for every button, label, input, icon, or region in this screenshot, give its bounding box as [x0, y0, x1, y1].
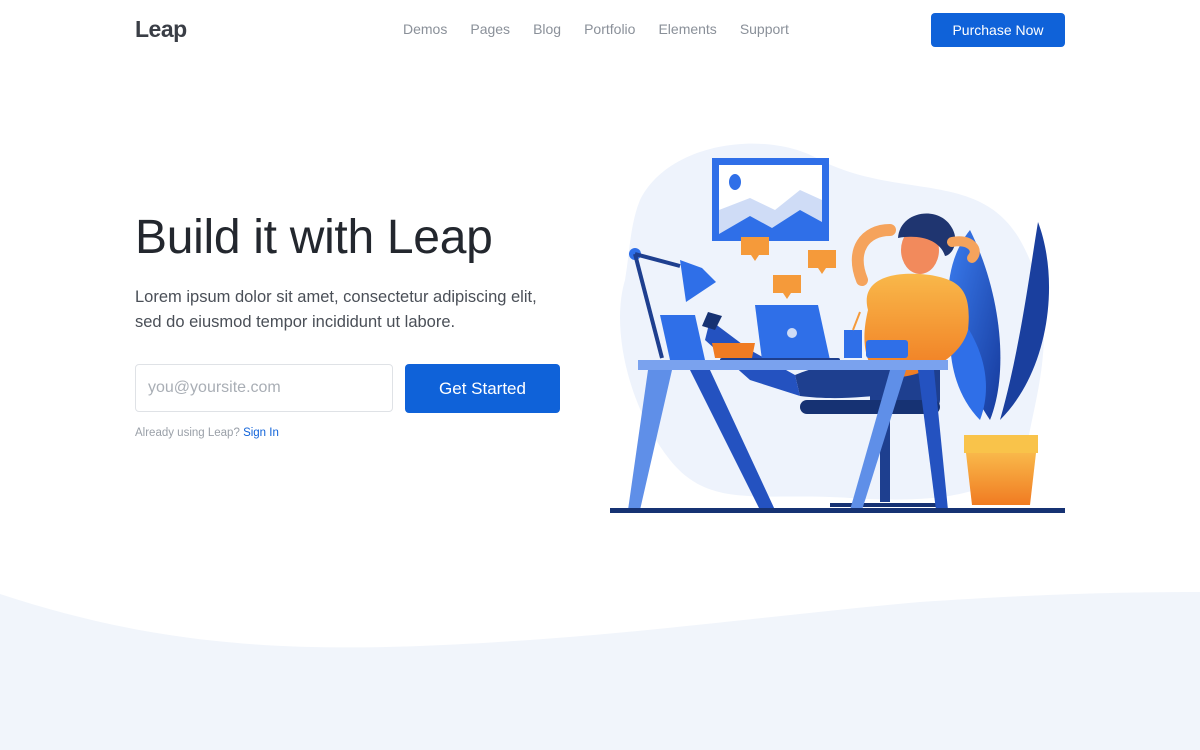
get-started-button[interactable]: Get Started [405, 364, 560, 413]
already-using-text: Already using Leap? [135, 427, 240, 439]
wave-section-background [0, 592, 1200, 750]
purchase-now-button[interactable]: Purchase Now [931, 13, 1065, 47]
hero-illustration [610, 143, 1065, 513]
floor-line [610, 508, 1065, 513]
wall-picture-icon [712, 158, 829, 241]
hero-title: Build it with Leap [135, 211, 493, 264]
brand-logo[interactable]: Leap [135, 16, 187, 43]
nav-support[interactable]: Support [740, 21, 789, 37]
nav-blog[interactable]: Blog [533, 21, 561, 37]
top-navigation-bar: Leap Demos Pages Blog Portfolio Elements… [0, 0, 1200, 60]
signin-prompt: Already using Leap? Sign In [135, 427, 279, 439]
nav-pages[interactable]: Pages [470, 21, 510, 37]
nav-elements[interactable]: Elements [658, 21, 716, 37]
nav-portfolio[interactable]: Portfolio [584, 21, 635, 37]
main-nav: Demos Pages Blog Portfolio Elements Supp… [403, 21, 789, 37]
sign-in-link[interactable]: Sign In [243, 427, 279, 439]
email-input[interactable] [135, 364, 393, 412]
nav-demos[interactable]: Demos [403, 21, 447, 37]
hero-description: Lorem ipsum dolor sit amet, consectetur … [135, 288, 537, 331]
